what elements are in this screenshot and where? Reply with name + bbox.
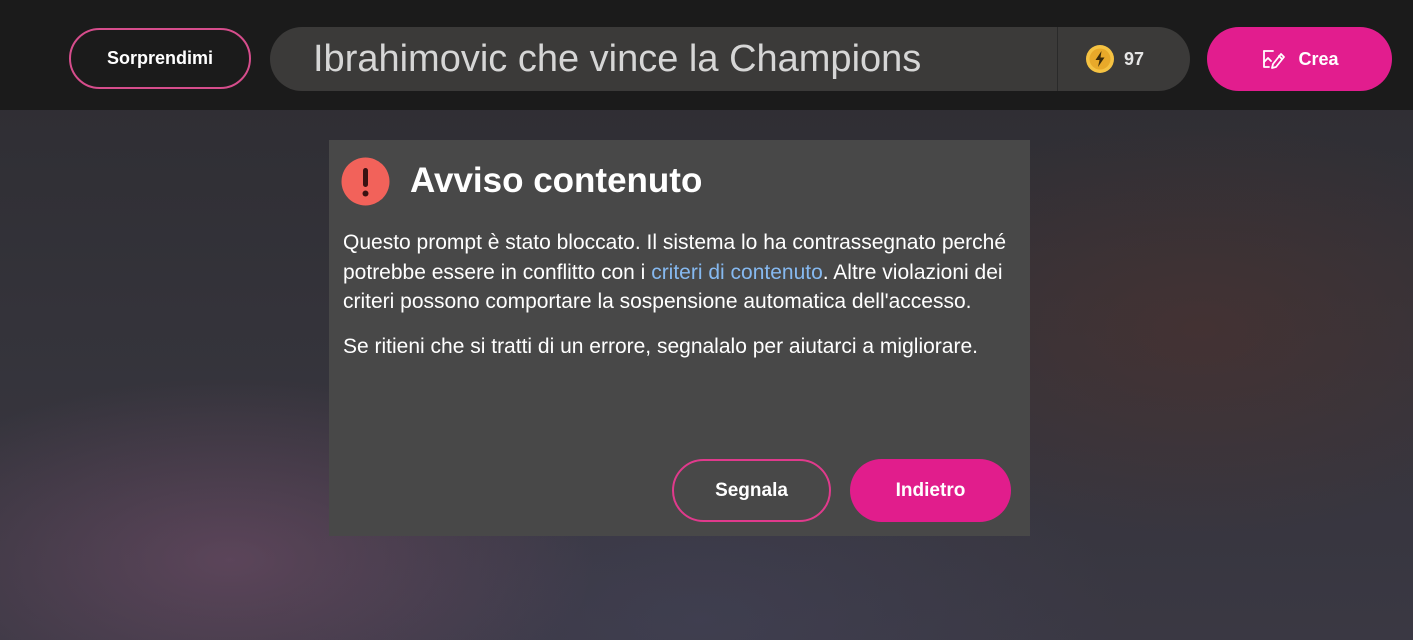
surprise-me-button[interactable]: Sorprendimi bbox=[69, 28, 251, 89]
prompt-divider bbox=[1057, 27, 1058, 91]
content-warning-dialog: Avviso contenuto Questo prompt è stato b… bbox=[329, 140, 1030, 536]
dialog-paragraph-1: Questo prompt è stato bloccato. Il siste… bbox=[343, 228, 1023, 317]
content-policy-link[interactable]: criteri di contenuto bbox=[651, 261, 823, 284]
prompt-input[interactable]: Ibrahimovic che vince la Champions 97 bbox=[270, 27, 1190, 91]
create-button[interactable]: Crea bbox=[1207, 27, 1392, 91]
create-label: Crea bbox=[1298, 48, 1339, 69]
coin-balance: 97 bbox=[1085, 27, 1144, 91]
prompt-text[interactable]: Ibrahimovic che vince la Champions bbox=[313, 27, 921, 91]
coin-count: 97 bbox=[1124, 48, 1145, 69]
dialog-title: Avviso contenuto bbox=[410, 161, 703, 200]
top-bar: Sorprendimi Ibrahimovic che vince la Cha… bbox=[0, 0, 1413, 110]
image-edit-icon bbox=[1260, 46, 1286, 72]
back-button[interactable]: Indietro bbox=[850, 459, 1011, 522]
exclamation-icon bbox=[341, 157, 390, 206]
back-label: Indietro bbox=[895, 479, 966, 501]
report-label: Segnala bbox=[715, 479, 788, 501]
dialog-body: Questo prompt è stato bloccato. Il siste… bbox=[343, 228, 1023, 376]
surprise-me-label: Sorprendimi bbox=[106, 48, 213, 68]
dialog-paragraph-2: Se ritieni che si tratti di un errore, s… bbox=[343, 334, 978, 358]
report-button[interactable]: Segnala bbox=[672, 459, 831, 522]
coin-icon bbox=[1085, 44, 1115, 74]
